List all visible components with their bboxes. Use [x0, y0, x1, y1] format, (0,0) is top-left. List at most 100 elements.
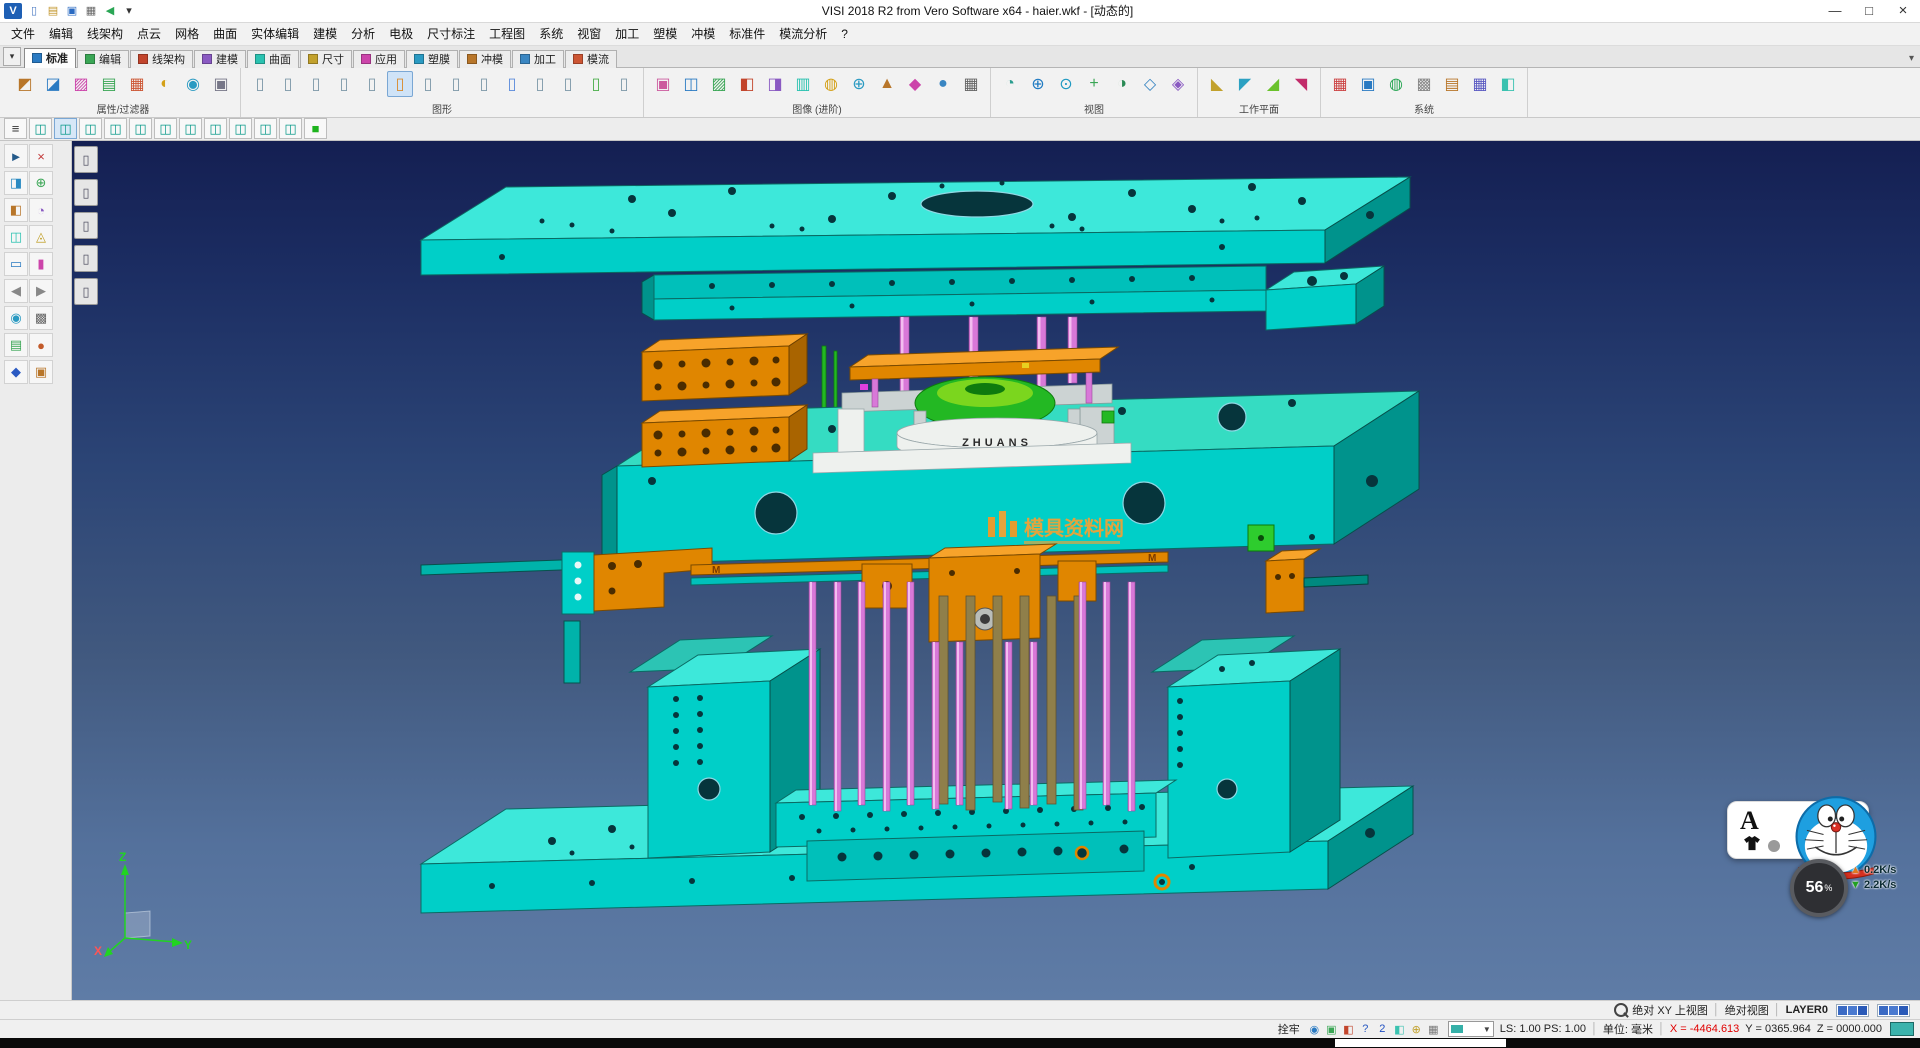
element-filter-icon[interactable]: ▦	[124, 71, 150, 97]
clipboard-button[interactable]: ▯	[74, 212, 98, 239]
menu-item-冲模[interactable]: 冲模	[684, 23, 722, 45]
model-side-clamp-blocks[interactable]	[642, 334, 807, 467]
graphics-icon[interactable]: ▯	[471, 71, 497, 97]
menu-item-文件[interactable]: 文件	[4, 23, 42, 45]
undo-icon[interactable]: ◀	[4, 279, 28, 303]
zoom-fit-icon[interactable]: ⊕	[1025, 71, 1051, 97]
brush-attributes-icon[interactable]: ◩	[12, 71, 38, 97]
mirror-icon[interactable]: ◫	[4, 225, 28, 249]
graphics-icon[interactable]: ▯	[583, 71, 609, 97]
maximize-button[interactable]: □	[1852, 0, 1886, 21]
snapshot-icon[interactable]: ▦	[958, 71, 984, 97]
tab-编辑[interactable]: 编辑	[77, 50, 129, 68]
top-view-icon[interactable]: ◫	[54, 118, 77, 139]
menu-item-标准件[interactable]: 标准件	[722, 23, 772, 45]
layer-color-swatch-group[interactable]	[1877, 1004, 1910, 1017]
magnifier-icon[interactable]	[1614, 1003, 1628, 1017]
workplane-face-icon[interactable]: ◢	[1260, 71, 1286, 97]
menu-item-线架构[interactable]: 线架构	[80, 23, 130, 45]
select-icon[interactable]: ►	[4, 144, 28, 168]
undo-icon[interactable]: ◀	[102, 3, 118, 19]
model-upper-plate-stack[interactable]	[642, 266, 1384, 330]
right-view-icon[interactable]: ◫	[154, 118, 177, 139]
tabbar-dropdown-icon[interactable]: ▾	[3, 47, 21, 66]
layer-color-swatch-group[interactable]	[1836, 1004, 1869, 1017]
rotate-view-icon[interactable]: ◔	[997, 71, 1023, 97]
menu-item-塑模[interactable]: 塑模	[646, 23, 684, 45]
back-view-icon[interactable]: ◫	[104, 118, 127, 139]
color-swatch[interactable]	[1858, 1006, 1867, 1015]
bottom-view-icon[interactable]: ◫	[179, 118, 202, 139]
print-icon[interactable]: ▦	[83, 3, 99, 19]
graphics-icon[interactable]: ▯	[247, 71, 273, 97]
model-core-assembly[interactable]: ZHUANS	[813, 347, 1131, 473]
move-icon[interactable]: ◧	[4, 198, 28, 222]
perspective-view-icon[interactable]: ◈	[1165, 71, 1191, 97]
shade-view-icon[interactable]: ◑	[1109, 71, 1135, 97]
viewbar-menu-icon[interactable]: ≡	[4, 118, 27, 139]
clipboard-button[interactable]: ▯	[74, 146, 98, 173]
texture-icon[interactable]: ▨	[706, 71, 732, 97]
tabbar-pin-icon[interactable]: ▾	[1909, 53, 1914, 64]
color-swatch[interactable]	[1838, 1006, 1847, 1015]
transparency-icon[interactable]: ▥	[790, 71, 816, 97]
graphics-icon[interactable]: ▯	[359, 71, 385, 97]
tab-应用[interactable]: 应用	[353, 50, 405, 68]
color-swatch[interactable]	[1899, 1006, 1908, 1015]
menu-item-实体编辑[interactable]: 实体编辑	[244, 23, 306, 45]
active-layer-label[interactable]: LAYER0	[1786, 1004, 1828, 1016]
palette-icon[interactable]: ▦	[1327, 71, 1353, 97]
grid-toggle-icon[interactable]: ▦	[1426, 1022, 1441, 1037]
rotate-icon[interactable]: ◔	[29, 198, 53, 222]
open-file-icon[interactable]: ▤	[45, 3, 61, 19]
graphics-icon[interactable]: ▯	[387, 71, 413, 97]
model-top-clamp-plate[interactable]	[421, 177, 1410, 275]
settings-icon[interactable]: ▩	[29, 306, 53, 330]
numbered-view-icon[interactable]: 2	[1375, 1022, 1390, 1037]
graphics-icon[interactable]: ▯	[611, 71, 637, 97]
grid-icon[interactable]: ▩	[1411, 71, 1437, 97]
3d-model-canvas[interactable]: 模具资料网	[72, 141, 1920, 1000]
graphics-icon[interactable]: ▯	[415, 71, 441, 97]
3d-viewport[interactable]: ▯▯▯▯▯	[72, 141, 1920, 1000]
menu-item-分析[interactable]: 分析	[344, 23, 382, 45]
tab-尺寸[interactable]: 尺寸	[300, 50, 352, 68]
help-icon[interactable]: ◆	[4, 360, 28, 384]
tab-塑膜[interactable]: 塑膜	[406, 50, 458, 68]
redo-icon[interactable]: ▶	[29, 279, 53, 303]
background-icon[interactable]: ●	[930, 71, 956, 97]
model-ejector-pins[interactable]	[809, 582, 1135, 811]
screen-icon[interactable]: ▣	[1355, 71, 1381, 97]
close-button[interactable]: ×	[1886, 0, 1920, 21]
tab-建模[interactable]: 建模	[194, 50, 246, 68]
iso-ne-view-icon[interactable]: ◫	[204, 118, 227, 139]
menu-item-系统[interactable]: 系统	[532, 23, 570, 45]
tab-模流[interactable]: 模流	[565, 50, 617, 68]
menu-item-建模[interactable]: 建模	[306, 23, 344, 45]
selection-mask-icon[interactable]: ▨	[68, 71, 94, 97]
menu-item-?[interactable]: ?	[834, 23, 855, 45]
taskbar-peek-segment[interactable]	[1335, 1039, 1506, 1047]
info-icon[interactable]: ◉	[4, 306, 28, 330]
front-view-icon[interactable]: ◫	[79, 118, 102, 139]
graphics-icon[interactable]: ▯	[275, 71, 301, 97]
clipboard-button[interactable]: ▯	[74, 245, 98, 272]
globe-icon[interactable]: ◍	[1383, 71, 1409, 97]
render-mode-icon[interactable]: ▣	[650, 71, 676, 97]
tab-曲面[interactable]: 曲面	[247, 50, 299, 68]
spotlight-icon[interactable]: ◉	[180, 71, 206, 97]
graphics-icon[interactable]: ▯	[527, 71, 553, 97]
paint-icon[interactable]: ◧	[1341, 1022, 1356, 1037]
note-icon[interactable]: ▣	[29, 360, 53, 384]
cube-icon[interactable]: ◧	[1495, 71, 1521, 97]
color-swatch[interactable]	[1848, 1006, 1857, 1015]
graphics-icon[interactable]: ▯	[499, 71, 525, 97]
menu-item-点云[interactable]: 点云	[130, 23, 168, 45]
half-section-icon[interactable]: ◨	[762, 71, 788, 97]
minimize-button[interactable]: —	[1818, 0, 1852, 21]
measure-icon[interactable]: ▭	[4, 252, 28, 276]
matrix-icon[interactable]: ▦	[1467, 71, 1493, 97]
iso-sw-view-icon[interactable]: ◫	[279, 118, 302, 139]
offset-icon[interactable]: ◬	[29, 225, 53, 249]
menu-item-加工[interactable]: 加工	[608, 23, 646, 45]
